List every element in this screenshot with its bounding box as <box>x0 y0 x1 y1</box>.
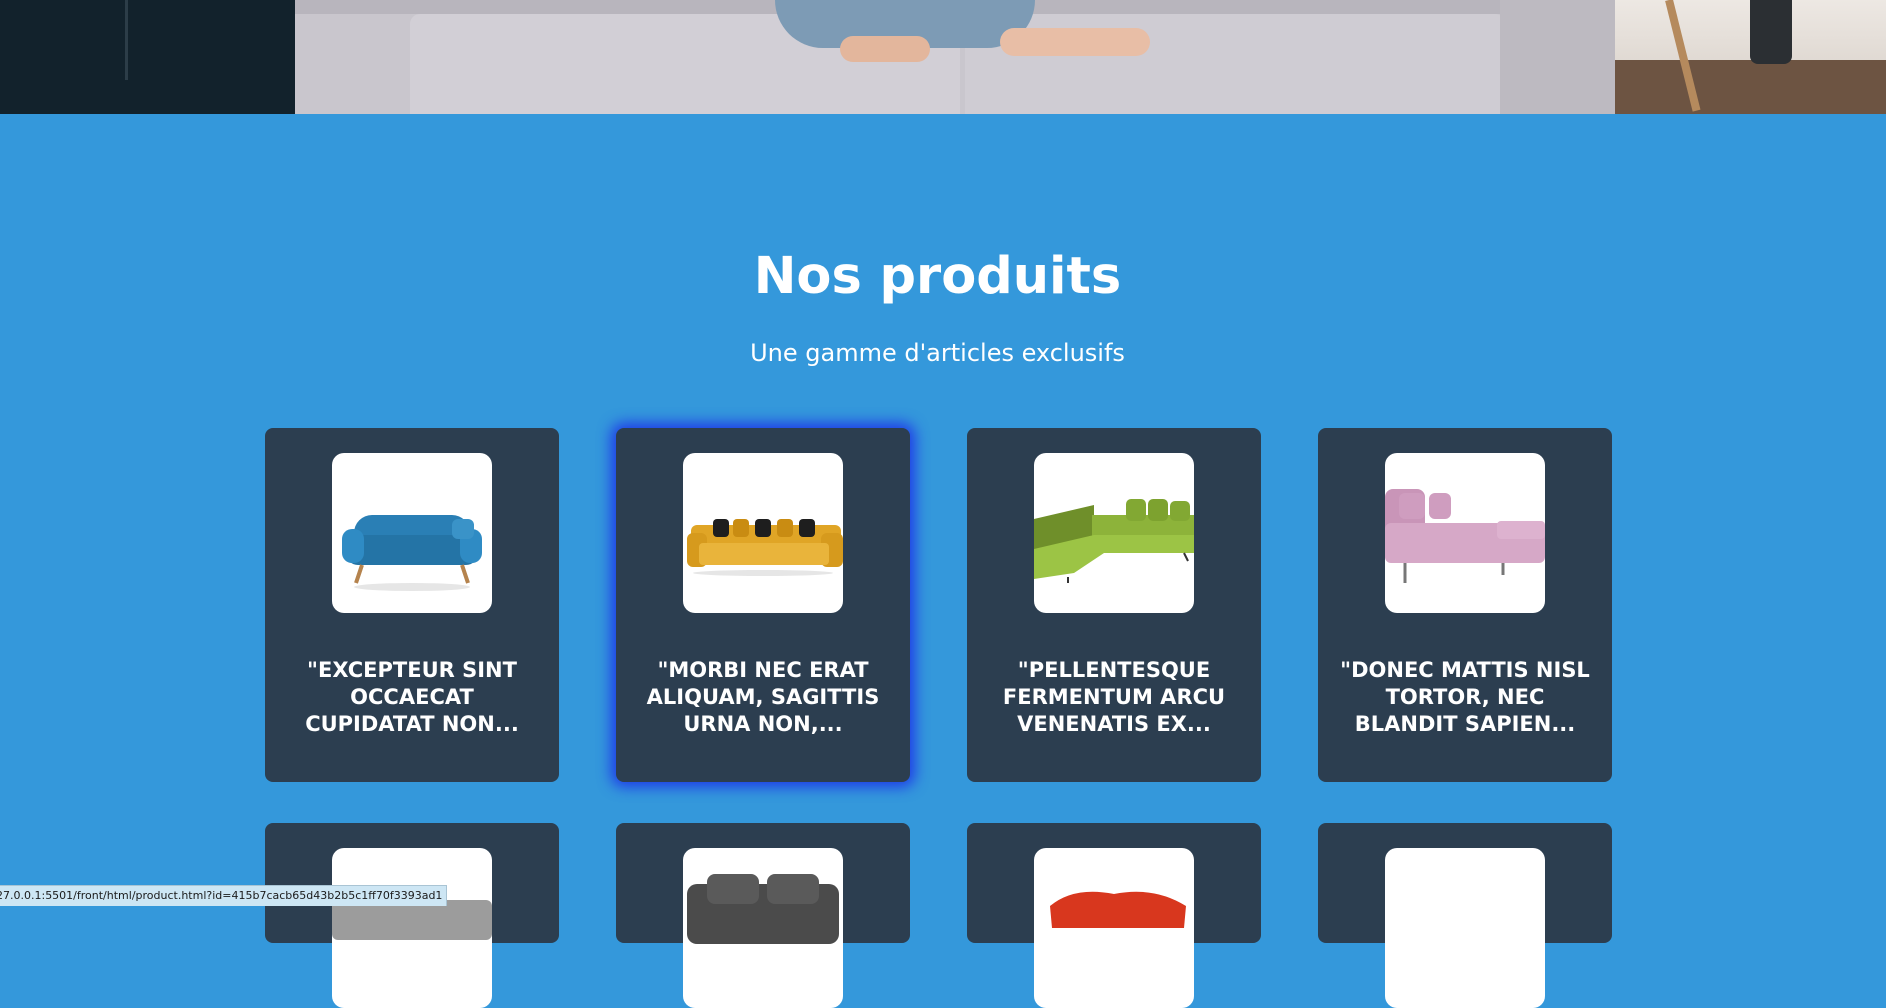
product-name: "EXCEPTEUR SINT OCCAECAT CUPIDATAT NON..… <box>285 657 539 738</box>
dark-grey-sofa-icon <box>683 848 843 1008</box>
hero-sofa-arm <box>1500 0 1615 114</box>
product-card[interactable] <box>967 823 1261 943</box>
hero-banner-image <box>0 0 1886 114</box>
product-card[interactable] <box>616 823 910 943</box>
pink-chaise-sofa-icon <box>1385 453 1545 613</box>
red-sofa-icon <box>1034 848 1194 1008</box>
green-sectional-sofa-icon <box>1034 453 1194 613</box>
product-card[interactable]: "MORBI NEC ERAT ALIQUAM, SAGITTIS URNA N… <box>616 428 910 782</box>
product-image-icon <box>1385 848 1545 1008</box>
product-card[interactable] <box>1318 823 1612 943</box>
product-card[interactable]: "PELLENTESQUE FERMENTUM ARCU VENENATIS E… <box>967 428 1261 782</box>
hero-plant-pot <box>1750 0 1792 64</box>
products-section-subtitle: Une gamme d'articles exclusifs <box>0 338 1875 368</box>
browser-status-url: 27.0.0.1:5501/front/html/product.html?id… <box>0 885 447 906</box>
yellow-sofa-icon <box>683 453 843 613</box>
product-card[interactable]: "DONEC MATTIS NISL TORTOR, NEC BLANDIT S… <box>1318 428 1612 782</box>
product-card[interactable] <box>265 823 559 943</box>
product-name: "PELLENTESQUE FERMENTUM ARCU VENENATIS E… <box>987 657 1241 738</box>
product-card[interactable]: "EXCEPTEUR SINT OCCAECAT CUPIDATAT NON..… <box>265 428 559 782</box>
hero-person-foot <box>840 36 930 62</box>
hero-person-foot <box>1000 28 1150 56</box>
product-name: "DONEC MATTIS NISL TORTOR, NEC BLANDIT S… <box>1338 657 1592 738</box>
blue-sofa-icon <box>332 453 492 613</box>
grey-sofa-icon <box>332 848 492 1008</box>
product-name: "MORBI NEC ERAT ALIQUAM, SAGITTIS URNA N… <box>636 657 890 738</box>
products-section-title: Nos produits <box>0 244 1875 310</box>
hero-floor <box>1615 60 1886 114</box>
hero-wall-left <box>0 0 295 114</box>
